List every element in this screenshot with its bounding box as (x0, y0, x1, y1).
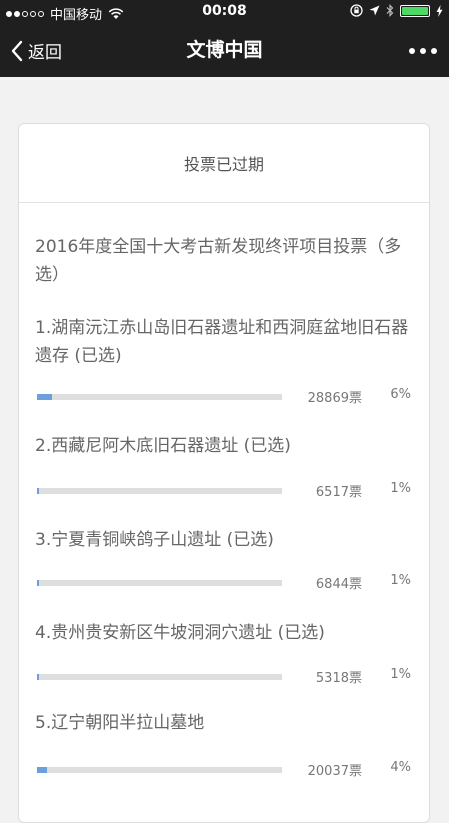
vote-option: 5.辽宁朝阳半拉山墓地 20037票 4% (35, 709, 415, 779)
vote-count: 28869票 (307, 391, 362, 406)
vote-progress-fill (37, 488, 39, 494)
location-arrow-icon (369, 5, 380, 16)
vote-progress-bar (37, 394, 282, 400)
vote-progress-bar (37, 767, 282, 773)
option-label: 5.辽宁朝阳半拉山墓地 (35, 713, 205, 733)
vote-question: 2016年度全国十大考古新发现终评项目投票（多选） (35, 237, 402, 285)
vote-card: 投票已过期 2016年度全国十大考古新发现终评项目投票（多选） 1.湖南沅江赤山… (18, 123, 430, 823)
page-title: 文博中国 (186, 39, 263, 61)
vote-progress-fill (37, 580, 39, 586)
more-dot-icon (409, 47, 415, 54)
vote-option: 4.贵州贵安新区牛坡洞洞穴遗址 (已选) 5318票 1% (35, 619, 415, 686)
vote-progress-fill (37, 394, 52, 400)
vote-progress-bar (37, 488, 282, 494)
orientation-lock-icon (350, 4, 363, 17)
vote-progress-fill (37, 674, 39, 680)
navigation-bar: 返回 文博中国 (0, 24, 449, 77)
option-label: 2.西藏尼阿木底旧石器遗址 (已选) (35, 436, 291, 456)
charging-bolt-icon (436, 4, 443, 17)
more-dot-icon (420, 47, 426, 54)
vote-option: 2.西藏尼阿木底旧石器遗址 (已选) 6517票 1% (35, 432, 415, 500)
vote-count: 5318票 (315, 671, 362, 686)
status-bar: 中国移动 00:08 (0, 0, 449, 24)
option-label: 1.湖南沅江赤山岛旧石器遗址和西洞庭盆地旧石器遗存 (已选) (35, 318, 409, 366)
vote-progress-bar (37, 674, 282, 680)
vote-percent: 1% (390, 481, 411, 496)
option-label: 3.宁夏青铜峡鸽子山遗址 (已选) (35, 530, 274, 550)
vote-progress-bar (37, 580, 282, 586)
vote-percent: 1% (390, 573, 411, 588)
vote-expired-header: 投票已过期 (19, 124, 429, 203)
vote-percent: 1% (390, 667, 411, 682)
vote-count: 6517票 (315, 485, 362, 500)
vote-count: 20037票 (307, 764, 362, 779)
vote-percent: 6% (390, 387, 411, 402)
bluetooth-icon (386, 4, 394, 17)
vote-progress-fill (37, 767, 47, 773)
more-dot-icon (431, 47, 437, 54)
vote-option: 1.湖南沅江赤山岛旧石器遗址和西洞庭盆地旧石器遗存 (已选) 28869票 6% (35, 314, 415, 406)
battery-icon (400, 4, 430, 17)
more-options-button[interactable] (409, 24, 437, 77)
vote-option: 3.宁夏青铜峡鸽子山遗址 (已选) 6844票 1% (35, 526, 415, 592)
vote-percent: 4% (390, 760, 411, 775)
option-label: 4.贵州贵安新区牛坡洞洞穴遗址 (已选) (35, 623, 325, 643)
vote-count: 6844票 (315, 577, 362, 592)
